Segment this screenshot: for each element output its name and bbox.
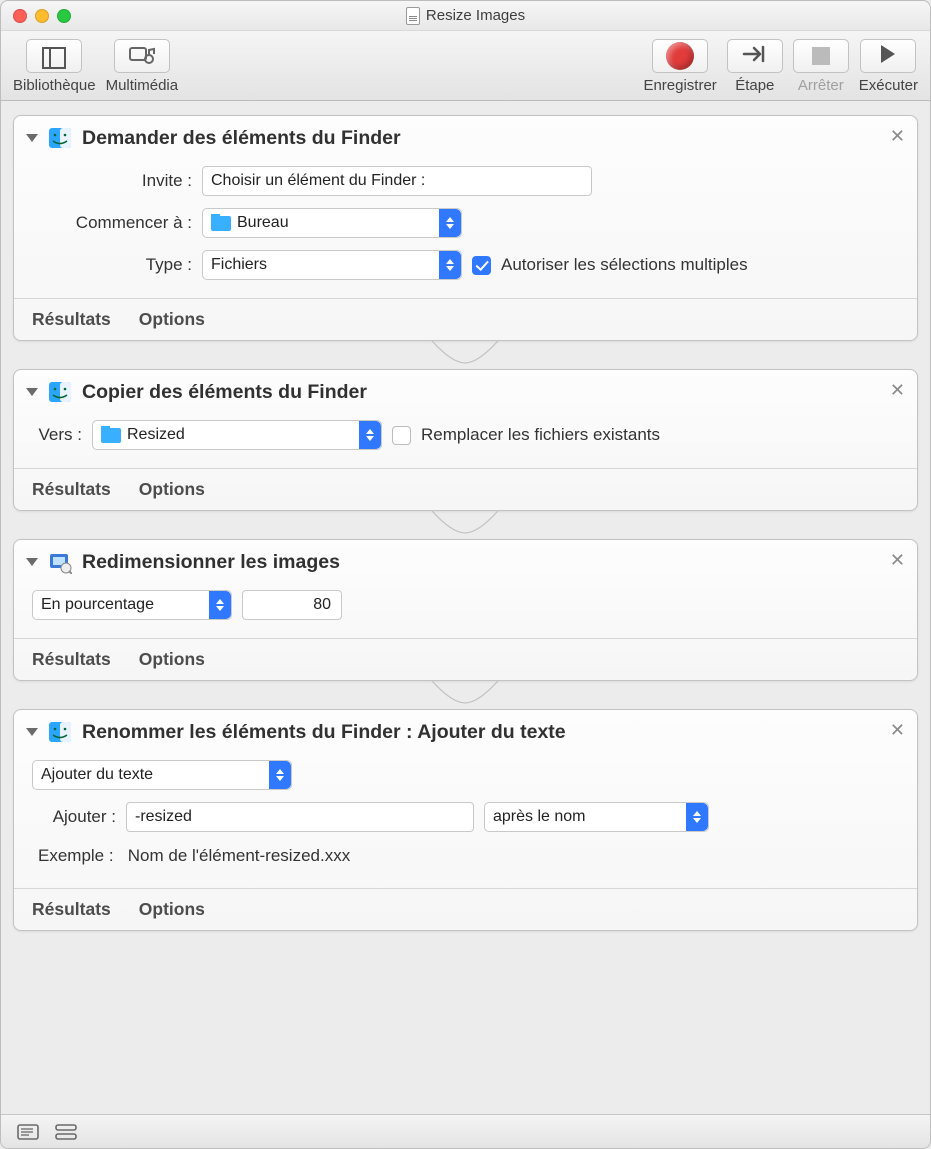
rename-operation-value: Ajouter du texte xyxy=(41,766,153,784)
window-zoom-button[interactable] xyxy=(57,9,71,23)
type-value: Fichiers xyxy=(211,256,267,274)
window-titlebar: Resize Images xyxy=(1,1,930,31)
options-button[interactable]: Options xyxy=(139,899,205,920)
action-footer: Résultats Options xyxy=(14,298,917,340)
library-button[interactable] xyxy=(26,39,82,73)
action-title: Renommer les éléments du Finder : Ajoute… xyxy=(82,721,905,744)
action-connector xyxy=(13,511,918,539)
action-rename-finder-items: Renommer les éléments du Finder : Ajoute… xyxy=(13,709,918,931)
stop-icon xyxy=(812,47,830,65)
chevron-updown-icon xyxy=(439,251,461,279)
disclosure-triangle-icon[interactable] xyxy=(26,134,38,142)
action-footer: Résultats Options xyxy=(14,638,917,680)
results-button[interactable]: Résultats xyxy=(32,479,111,500)
close-icon[interactable]: ✕ xyxy=(890,720,905,741)
results-button[interactable]: Résultats xyxy=(32,899,111,920)
step-button[interactable] xyxy=(727,39,783,73)
replace-existing-label: Remplacer les fichiers existants xyxy=(421,425,660,445)
action-ask-finder-items: Demander des éléments du Finder ✕ Invite… xyxy=(13,115,918,341)
example-label: Exemple : xyxy=(38,846,114,865)
results-button[interactable]: Résultats xyxy=(32,309,111,330)
library-label: Bibliothèque xyxy=(13,77,96,94)
finder-icon xyxy=(48,126,72,150)
options-button[interactable]: Options xyxy=(139,309,205,330)
chevron-updown-icon xyxy=(269,761,291,789)
invite-label: Invite : xyxy=(32,171,192,191)
chevron-updown-icon xyxy=(439,209,461,237)
add-label: Ajouter : xyxy=(38,807,116,827)
toolbar: Bibliothèque Multimédia Enregistrer É xyxy=(1,31,930,101)
status-bar xyxy=(1,1114,930,1148)
window-minimize-button[interactable] xyxy=(35,9,49,23)
allow-multiple-label: Autoriser les sélections multiples xyxy=(501,255,748,275)
run-label: Exécuter xyxy=(859,77,918,94)
library-icon xyxy=(42,47,66,65)
chevron-updown-icon xyxy=(209,591,231,619)
record-button[interactable] xyxy=(652,39,708,73)
add-position-value: après le nom xyxy=(493,808,586,826)
type-popup[interactable]: Fichiers xyxy=(202,250,462,280)
example-value: Nom de l'élément-resized.xxx xyxy=(128,846,350,865)
media-button[interactable] xyxy=(114,39,170,73)
invite-input[interactable] xyxy=(202,166,592,196)
disclosure-triangle-icon[interactable] xyxy=(26,728,38,736)
run-button[interactable] xyxy=(860,39,916,73)
disclosure-triangle-icon[interactable] xyxy=(26,558,38,566)
play-icon xyxy=(878,43,898,70)
record-label: Enregistrer xyxy=(643,77,716,94)
action-title: Demander des éléments du Finder xyxy=(82,127,905,150)
chevron-updown-icon xyxy=(359,421,381,449)
record-icon xyxy=(666,42,694,70)
window-close-button[interactable] xyxy=(13,9,27,23)
add-text-input[interactable] xyxy=(126,802,474,832)
resize-mode-value: En pourcentage xyxy=(41,596,154,614)
action-copy-finder-items: Copier des éléments du Finder ✕ Vers : R… xyxy=(13,369,918,511)
window-traffic-lights xyxy=(13,9,71,23)
action-title: Redimensionner les images xyxy=(82,551,905,574)
action-resize-images: Redimensionner les images ✕ En pourcenta… xyxy=(13,539,918,681)
preview-icon xyxy=(48,550,72,574)
options-button[interactable]: Options xyxy=(139,479,205,500)
rename-operation-popup[interactable]: Ajouter du texte xyxy=(32,760,292,790)
workflow-canvas: Demander des éléments du Finder ✕ Invite… xyxy=(1,101,930,1114)
to-folder-popup[interactable]: Resized xyxy=(92,420,382,450)
close-icon[interactable]: ✕ xyxy=(890,126,905,147)
action-connector xyxy=(13,681,918,709)
stop-button[interactable] xyxy=(793,39,849,73)
action-footer: Résultats Options xyxy=(14,888,917,930)
media-label: Multimédia xyxy=(106,77,179,94)
start-at-value: Bureau xyxy=(237,214,289,232)
log-view-button[interactable] xyxy=(17,1124,39,1140)
type-label: Type : xyxy=(32,255,192,275)
allow-multiple-checkbox[interactable] xyxy=(472,256,491,275)
add-position-popup[interactable]: après le nom xyxy=(484,802,709,832)
document-icon xyxy=(406,7,420,25)
step-label: Étape xyxy=(735,77,774,94)
finder-icon xyxy=(48,380,72,404)
options-button[interactable]: Options xyxy=(139,649,205,670)
start-at-popup[interactable]: Bureau xyxy=(202,208,462,238)
to-label: Vers : xyxy=(32,425,82,445)
resize-mode-popup[interactable]: En pourcentage xyxy=(32,590,232,620)
workflow-view-button[interactable] xyxy=(55,1124,77,1140)
folder-icon xyxy=(101,428,121,443)
close-icon[interactable]: ✕ xyxy=(890,380,905,401)
action-connector xyxy=(13,341,918,369)
window-title: Resize Images xyxy=(426,7,525,24)
disclosure-triangle-icon[interactable] xyxy=(26,388,38,396)
finder-icon xyxy=(48,720,72,744)
chevron-updown-icon xyxy=(686,803,708,831)
media-icon xyxy=(129,47,155,65)
stop-label: Arrêter xyxy=(798,77,844,94)
action-title: Copier des éléments du Finder xyxy=(82,381,905,404)
resize-amount-input[interactable] xyxy=(242,590,342,620)
replace-existing-checkbox[interactable] xyxy=(392,426,411,445)
close-icon[interactable]: ✕ xyxy=(890,550,905,571)
step-icon xyxy=(742,44,768,69)
action-footer: Résultats Options xyxy=(14,468,917,510)
folder-icon xyxy=(211,216,231,231)
start-at-label: Commencer à : xyxy=(32,213,192,233)
results-button[interactable]: Résultats xyxy=(32,649,111,670)
to-value: Resized xyxy=(127,426,185,444)
